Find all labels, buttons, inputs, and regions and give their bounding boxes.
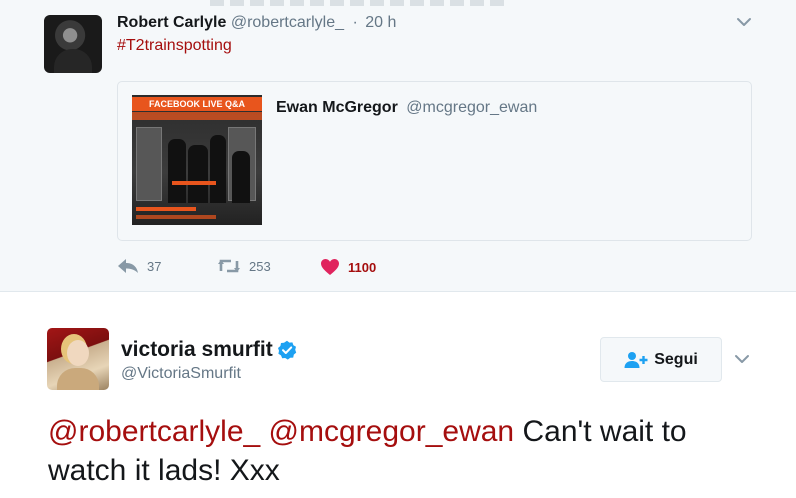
reply-count: 37 (147, 258, 162, 274)
quoted-author-handle[interactable]: @mcgregor_ewan (406, 99, 537, 116)
main-author-handle[interactable]: @VictoriaSmurfit (121, 365, 241, 383)
parent-tweet-time[interactable]: 20 h (365, 14, 396, 31)
quoted-tweet-card[interactable]: FACEBOOK LIVE Q&A Ewan McGregor @mcgrego… (117, 81, 752, 241)
robert-carlyle-avatar[interactable] (44, 15, 102, 73)
retweet-button[interactable]: 253 (217, 258, 271, 274)
verified-badge-icon (277, 340, 296, 360)
quoted-tweet-image[interactable]: FACEBOOK LIVE Q&A (132, 95, 262, 225)
parent-tweet-header: Robert Carlyle @robertcarlyle_ · 20 h (117, 14, 396, 32)
hashtag-link[interactable]: #T2trainspotting (117, 37, 232, 55)
retweet-count: 253 (249, 258, 271, 274)
follow-button[interactable]: Segui (600, 337, 722, 382)
main-author-name-row: victoria smurfit (121, 338, 297, 362)
parent-author-handle[interactable]: @robertcarlyle_ (231, 14, 344, 31)
chevron-down-icon[interactable] (734, 351, 750, 367)
image-banner-text: FACEBOOK LIVE Q&A (132, 97, 262, 111)
mention-robertcarlyle[interactable]: @robertcarlyle_ (48, 415, 260, 448)
image-door-left (136, 127, 162, 201)
quoted-author-name[interactable]: Ewan McGregor (276, 99, 398, 116)
image-name-tag (172, 181, 216, 185)
add-user-icon (624, 351, 648, 368)
parent-tweet[interactable]: Robert Carlyle @robertcarlyle_ · 20 h #T… (0, 0, 796, 292)
header-separator: · (352, 14, 358, 31)
reply-button[interactable]: 37 (117, 258, 161, 274)
chevron-down-icon[interactable] (736, 14, 752, 30)
image-date-tag (136, 207, 196, 211)
image-figure (232, 151, 250, 203)
image-figure (210, 135, 226, 203)
quoted-tweet-header: Ewan McGregor @mcgregor_ewan (276, 99, 537, 117)
image-subbanner (132, 112, 262, 120)
previous-tweet-edge (210, 0, 510, 6)
image-time-tag (136, 215, 216, 219)
like-button[interactable]: 1100 (320, 258, 376, 276)
heart-icon (321, 259, 339, 275)
like-count: 1100 (348, 259, 377, 275)
main-author-name[interactable]: victoria smurfit (121, 338, 273, 362)
victoria-smurfit-avatar[interactable] (47, 328, 109, 390)
image-figure (168, 139, 186, 203)
reply-icon (118, 259, 138, 273)
main-tweet-text: @robertcarlyle_ @mcgregor_ewan Can't wai… (48, 412, 768, 490)
mention-mcgregor-ewan[interactable]: @mcgregor_ewan (269, 415, 515, 448)
retweet-icon (218, 259, 240, 273)
follow-label: Segui (654, 350, 698, 368)
image-figure (188, 145, 208, 203)
parent-author-name[interactable]: Robert Carlyle (117, 14, 226, 31)
